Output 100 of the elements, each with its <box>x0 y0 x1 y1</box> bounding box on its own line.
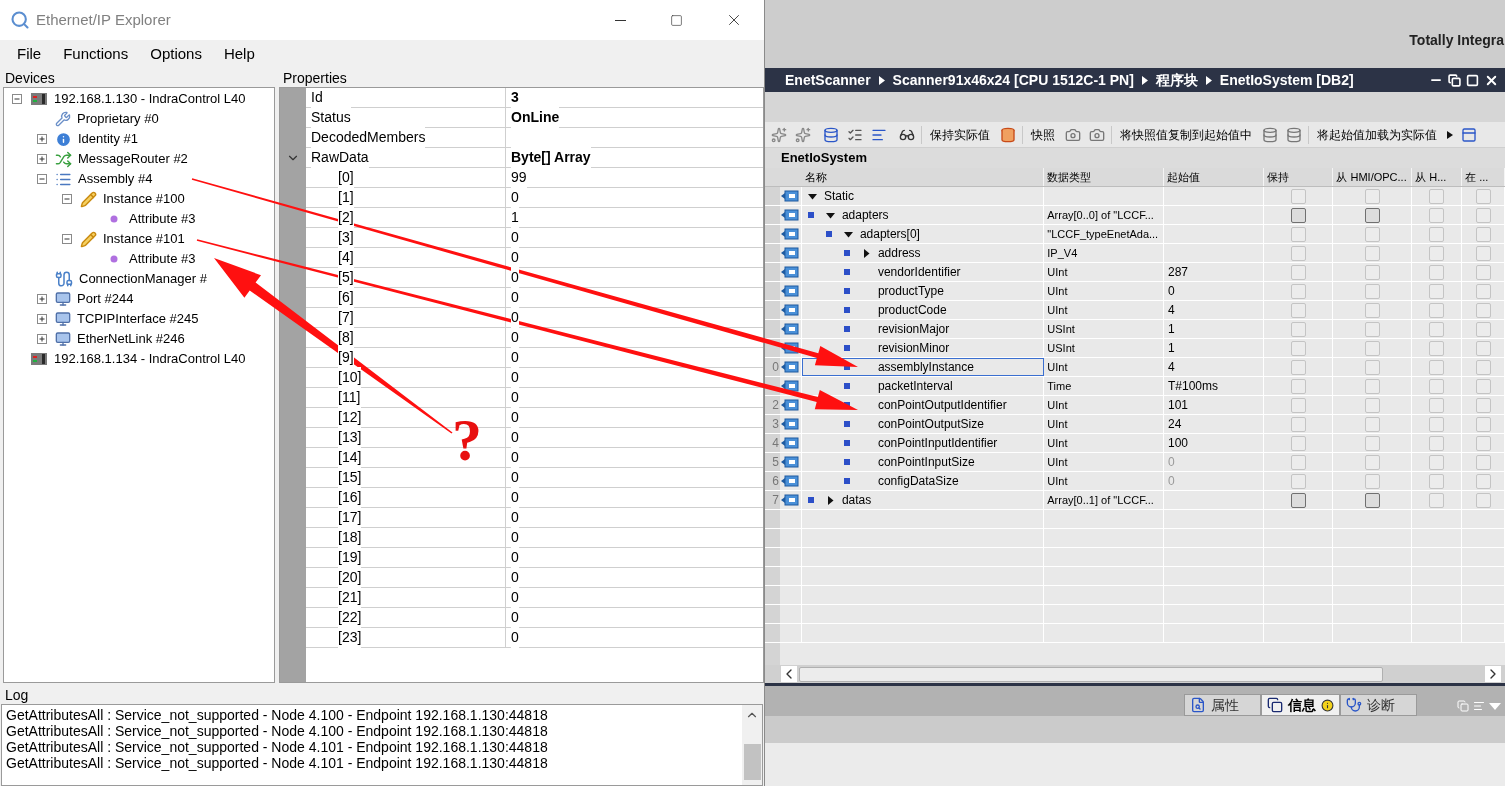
panel-tab[interactable]: 诊断 <box>1340 694 1417 716</box>
checkbox[interactable] <box>1364 378 1380 394</box>
checkbox[interactable] <box>1364 226 1380 242</box>
expand-icon[interactable] <box>37 134 47 144</box>
menu-item[interactable]: Options <box>141 42 211 66</box>
breadcrumb-item[interactable]: Scanner91x46x24 [CPU 1512C-1 PN] <box>892 69 1134 91</box>
checkbox[interactable] <box>1290 473 1306 489</box>
checkbox[interactable] <box>1290 188 1306 204</box>
restore-button[interactable] <box>1448 73 1461 87</box>
collapse-icon[interactable] <box>12 94 22 104</box>
checkbox[interactable] <box>1475 283 1491 299</box>
checkbox[interactable] <box>1290 207 1306 223</box>
checkbox[interactable] <box>1429 302 1445 318</box>
expand-icon[interactable] <box>37 294 47 304</box>
selected-name-cell[interactable]: assemblyInstance <box>801 358 1045 376</box>
collapsed-arrow-icon[interactable] <box>825 495 835 505</box>
expanded-arrow-icon[interactable] <box>825 210 835 220</box>
checkbox[interactable] <box>1290 397 1306 413</box>
checkbox[interactable] <box>1429 454 1445 470</box>
name-cell[interactable]: adapters[0] <box>801 225 1045 243</box>
maximize-button[interactable] <box>1466 73 1479 87</box>
name-cell[interactable]: Static <box>801 187 1045 205</box>
name-cell[interactable]: datas <box>801 491 1045 509</box>
checkbox[interactable] <box>1364 473 1380 489</box>
name-cell[interactable]: conPointInputIdentifier <box>801 434 1045 452</box>
checkbox[interactable] <box>1429 264 1445 280</box>
checkbox[interactable] <box>1290 302 1306 318</box>
toolbar-button[interactable]: 保持实际值 <box>921 125 994 144</box>
checkbox[interactable] <box>1429 226 1445 242</box>
column-header[interactable]: 名称 <box>804 168 827 186</box>
menu-item[interactable]: File <box>8 42 51 66</box>
checkbox[interactable] <box>1364 283 1380 299</box>
checkbox[interactable] <box>1429 188 1445 204</box>
checkbox[interactable] <box>1475 435 1491 451</box>
name-cell[interactable]: address <box>801 244 1045 262</box>
dropdown-arrow-icon[interactable] <box>1489 702 1501 710</box>
checkbox[interactable] <box>1429 378 1445 394</box>
checkbox[interactable] <box>1290 264 1306 280</box>
checkbox[interactable] <box>1364 302 1380 318</box>
expand-icon[interactable] <box>37 314 47 324</box>
toolbar-button[interactable]: 将快照值复制到起始值中 <box>1111 125 1256 144</box>
toolbar-button[interactable]: 将起始值加载为实际值 <box>1308 125 1441 144</box>
checkbox[interactable] <box>1429 492 1445 508</box>
column-header[interactable]: 数据类型 <box>1047 168 1092 186</box>
database-icon[interactable] <box>823 126 839 143</box>
checkbox[interactable] <box>1475 340 1491 356</box>
toolbar-button[interactable]: 快照 <box>1022 125 1059 144</box>
more-arrow-icon[interactable] <box>1447 130 1453 139</box>
tree-item[interactable]: Identity #1 <box>78 129 138 149</box>
checkbox[interactable] <box>1290 226 1306 242</box>
float-icon[interactable] <box>1457 700 1469 712</box>
checkbox[interactable] <box>1429 245 1445 261</box>
column-header[interactable]: 保持 <box>1266 168 1289 186</box>
checkbox[interactable] <box>1290 492 1306 508</box>
checkbox[interactable] <box>1364 245 1380 261</box>
name-cell[interactable]: conPointOutputSize <box>801 415 1045 433</box>
expanded-arrow-icon[interactable] <box>843 229 853 239</box>
checkbox[interactable] <box>1475 473 1491 489</box>
tree-item[interactable]: Port #244 <box>77 289 134 309</box>
checkbox[interactable] <box>1429 416 1445 432</box>
checkbox[interactable] <box>1364 492 1380 508</box>
breadcrumb-item[interactable]: EnetIoSystem [DB2] <box>1219 69 1354 91</box>
tree-item[interactable]: 192.168.1.134 - IndraControl L40 <box>54 349 246 369</box>
expand-icon[interactable] <box>37 334 47 344</box>
name-cell[interactable]: vendorIdentifier <box>801 263 1045 281</box>
scrollbar-thumb[interactable] <box>743 744 761 780</box>
name-cell[interactable]: configDataSize <box>801 472 1045 490</box>
checkbox[interactable] <box>1429 397 1445 413</box>
tree-item[interactable]: 192.168.1.130 - IndraControl L40 <box>54 89 246 109</box>
checkbox[interactable] <box>1475 207 1491 223</box>
scroll-right-icon[interactable] <box>1485 666 1501 682</box>
collapse-icon[interactable] <box>37 174 47 184</box>
expand-icon[interactable] <box>37 154 47 164</box>
checkbox[interactable] <box>1429 359 1445 375</box>
checkbox[interactable] <box>1475 416 1491 432</box>
breadcrumb-item[interactable]: 程序块 <box>1155 69 1198 91</box>
checkbox[interactable] <box>1290 378 1306 394</box>
checkbox[interactable] <box>1364 188 1380 204</box>
column-header[interactable]: 从 HMI/OPC... <box>1336 168 1407 186</box>
checkbox[interactable] <box>1364 321 1380 337</box>
tree-item[interactable]: Attribute #3 <box>129 209 196 229</box>
checkbox[interactable] <box>1429 435 1445 451</box>
name-cell[interactable]: productType <box>801 282 1045 300</box>
checkbox[interactable] <box>1364 416 1380 432</box>
camera-icon[interactable] <box>1065 126 1081 143</box>
checkbox[interactable] <box>1429 321 1445 337</box>
checkbox[interactable] <box>1290 321 1306 337</box>
menu-icon[interactable] <box>1473 700 1485 712</box>
tree-item[interactable]: Proprietary #0 <box>77 109 159 129</box>
tree-item[interactable]: ConnectionManager # <box>79 269 207 289</box>
checkbox[interactable] <box>1290 359 1306 375</box>
database-icon[interactable] <box>1262 126 1278 143</box>
checkbox[interactable] <box>1475 454 1491 470</box>
tree-item[interactable]: EtherNetLink #246 <box>77 329 185 349</box>
column-header[interactable]: 在 ... <box>1465 168 1489 186</box>
database-icon[interactable] <box>1286 126 1302 143</box>
checkbox[interactable] <box>1475 378 1491 394</box>
checkbox[interactable] <box>1290 283 1306 299</box>
breadcrumb-item[interactable]: EnetScanner <box>785 69 871 91</box>
expanded-arrow-icon[interactable] <box>807 191 817 201</box>
